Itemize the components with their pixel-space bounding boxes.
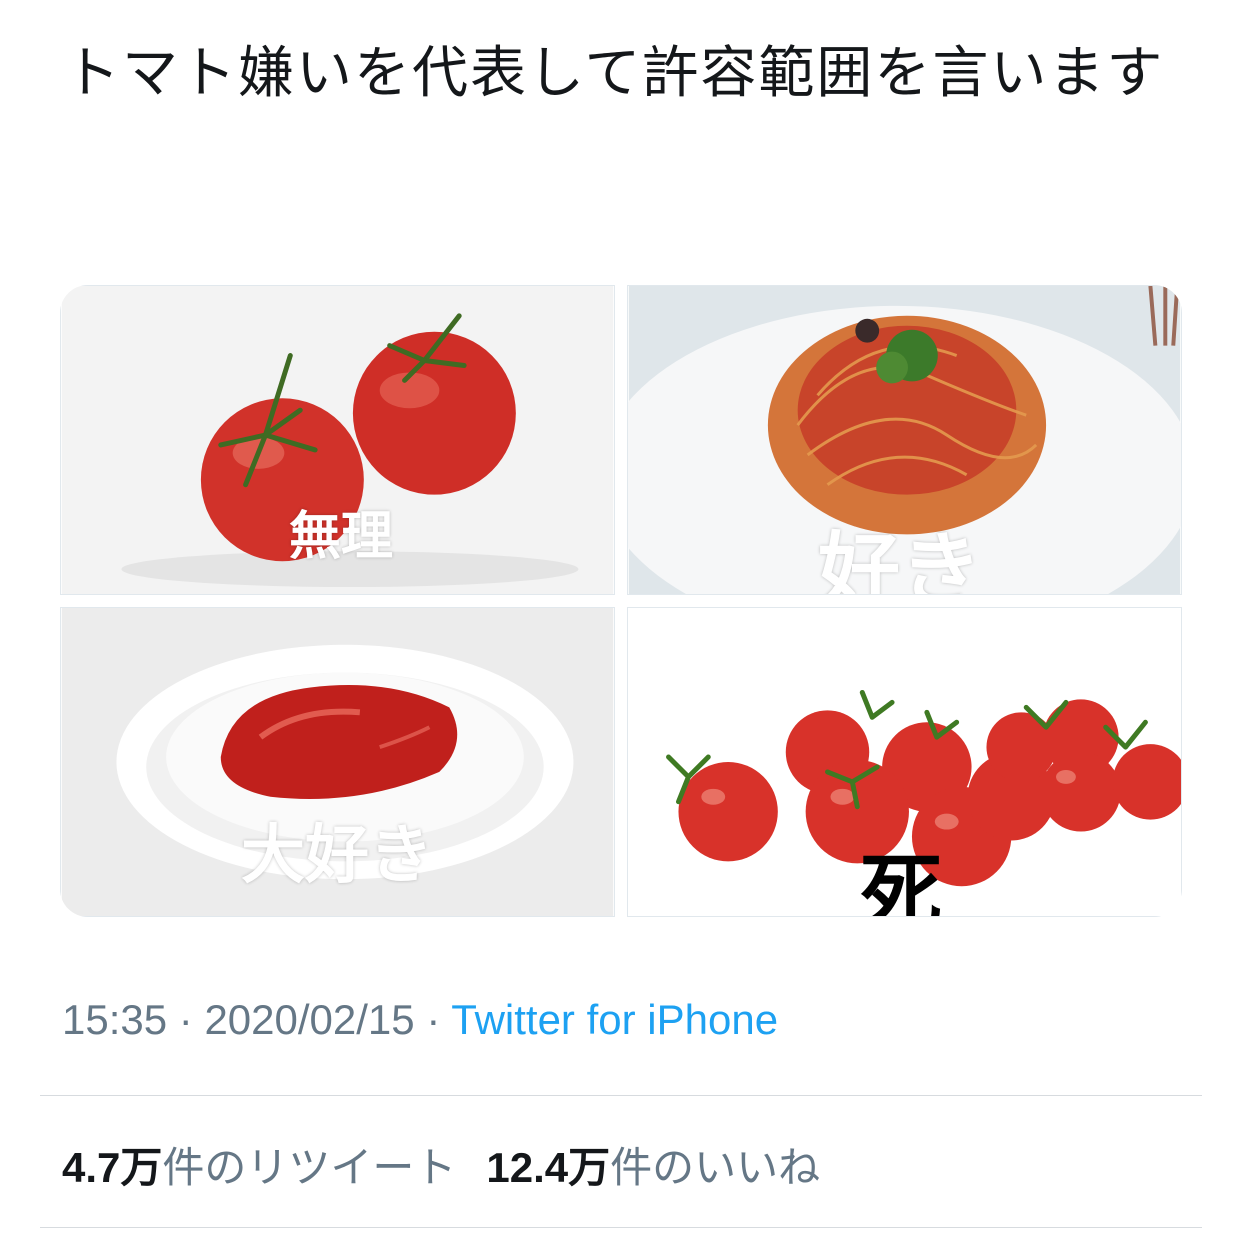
divider	[40, 1227, 1202, 1228]
like-label: 件のいいね	[610, 1144, 821, 1191]
like-count: 12.4万	[486, 1144, 611, 1191]
divider	[40, 1095, 1202, 1096]
media-caption-2: 好き	[818, 524, 983, 595]
media-photo-ketchup[interactable]: 大好き	[60, 607, 615, 917]
likes-stat[interactable]: 12.4万件のいいね	[486, 1144, 820, 1191]
media-grid: 無理 好き 大好き 死	[60, 285, 1182, 917]
media-photo-cherry-tomatoes[interactable]: 死	[627, 607, 1182, 917]
media-caption-3: 大好き	[241, 819, 433, 893]
retweet-count: 4.7万	[62, 1144, 163, 1191]
meta-separator: ·	[414, 996, 452, 1043]
meta-separator: ·	[167, 996, 205, 1043]
tweet-stats: 4.7万件のリツイート 12.4万件のいいね	[62, 1134, 820, 1195]
media-caption-4: 死	[860, 846, 943, 917]
media-caption-1: 無理	[289, 507, 394, 567]
tweet-date[interactable]: 2020/02/15	[204, 996, 414, 1043]
retweet-label: 件のリツイート	[162, 1144, 457, 1191]
media-photo-pasta[interactable]: 好き	[627, 285, 1182, 595]
media-photo-tomatoes[interactable]: 無理	[60, 285, 615, 595]
tweet-text: トマト嫌いを代表して許容範囲を言います	[64, 41, 1165, 106]
tweet-source-link[interactable]: Twitter for iPhone	[451, 996, 778, 1043]
tweet-meta: 15:35 · 2020/02/15 · Twitter for iPhone	[62, 996, 778, 1044]
retweets-stat[interactable]: 4.7万件のリツイート	[62, 1144, 456, 1191]
tweet-time[interactable]: 15:35	[62, 996, 167, 1043]
